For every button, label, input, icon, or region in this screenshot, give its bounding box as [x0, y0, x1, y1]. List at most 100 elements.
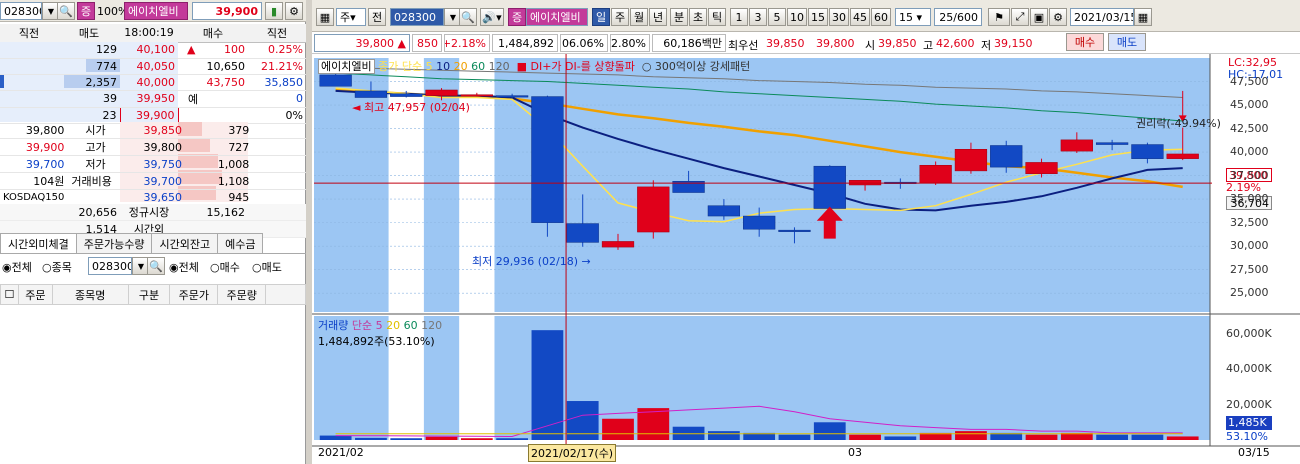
volume-bar [955, 431, 987, 440]
rights-annotation: 권리락(-49.94%) [1136, 117, 1221, 130]
bid-row: 39,800 시가 39,850 379 [0, 122, 306, 139]
search-icon[interactable]: 🔍 [57, 2, 75, 20]
date-input[interactable]: 2021/03/15 [1070, 8, 1134, 26]
y-tick-label: 27,500 [1230, 262, 1269, 276]
stock-type-badge[interactable]: 증 [508, 8, 526, 26]
left-stock-name[interactable]: 에이치엘비 [124, 2, 188, 20]
min-3[interactable]: 3 [749, 8, 767, 26]
period-day[interactable]: 일 [592, 8, 610, 26]
best-ask: 39,850 [766, 37, 805, 50]
indicator-icon[interactable]: ⚑ [988, 8, 1010, 26]
candle-body [707, 205, 741, 217]
tab-deposit[interactable]: 예수금 [217, 233, 264, 253]
chart-mode-select[interactable]: 주 ▾ [336, 8, 366, 26]
gear-icon[interactable]: ⚙ [285, 2, 303, 20]
buy-button[interactable]: 매수 [1066, 33, 1104, 51]
bid-price[interactable]: 39,750 [128, 155, 186, 173]
rate: 21.21% [248, 58, 306, 75]
sell-button[interactable]: 매도 [1108, 33, 1146, 51]
radio-sell[interactable]: ○매도 [252, 259, 282, 275]
min-10[interactable]: 10 [787, 8, 807, 26]
min-60[interactable]: 60 [871, 8, 891, 26]
total-ask: 20,656 [0, 204, 120, 221]
count-display[interactable]: 25/600 [934, 8, 982, 26]
ask-price[interactable]: 39,950 [120, 90, 178, 108]
volume-bar [425, 436, 458, 440]
tab-after-hours-unfilled[interactable]: 시간외미체결 [0, 233, 77, 253]
candle-body [531, 96, 564, 223]
stock-type-badge[interactable]: 증 [77, 2, 95, 20]
volume-bar [390, 438, 423, 440]
search-icon[interactable]: 🔍 [459, 8, 477, 26]
left-code-input[interactable]: 028300 [0, 2, 42, 20]
quote-price: 39,800 ▲ [314, 34, 410, 52]
prev-button[interactable]: 전 [368, 8, 386, 26]
period-second[interactable]: 초 [689, 8, 707, 26]
min-5[interactable]: 5 [768, 8, 786, 26]
period-minute[interactable]: 분 [670, 8, 688, 26]
gear-icon[interactable]: ⚙ [1049, 8, 1067, 26]
quote-price-value: 39,800 [355, 36, 395, 50]
period-month[interactable]: 월 [630, 8, 648, 26]
search-icon[interactable]: 🔍 [147, 257, 165, 275]
period-tick[interactable]: 틱 [708, 8, 726, 26]
x-label-march: 03 [848, 446, 862, 459]
legend-ma5: 5 [425, 60, 433, 73]
info-label: 저가 [67, 155, 129, 173]
speaker-icon[interactable]: 🔊▾ [480, 8, 504, 26]
mode-label: 주 [340, 11, 351, 24]
save-icon[interactable]: ▣ [1030, 8, 1048, 26]
bid-price[interactable]: 39,850 [128, 122, 186, 139]
vol-legend-5: 5 [375, 319, 383, 332]
chart-stock-name[interactable]: 에이치엘비 [526, 8, 588, 26]
quote-change: 850 [412, 34, 442, 52]
radio-stock[interactable]: ○종목 [42, 259, 72, 275]
chart-menu-icon[interactable]: ▦ [316, 8, 334, 26]
order-icon[interactable]: ▮ [265, 2, 283, 20]
col-header: 구분 [127, 284, 171, 305]
candle-body [919, 164, 952, 184]
ask-price[interactable]: 40,100 [120, 42, 178, 59]
low-value: 39,150 [994, 37, 1033, 50]
min-45[interactable]: 45 [850, 8, 870, 26]
bid-volume: 100 [224, 43, 245, 57]
period-week[interactable]: 주 [611, 8, 629, 26]
radio-all2[interactable]: ◉전체 [169, 259, 199, 275]
left-price: 39,900 [192, 2, 262, 20]
legend-ma120: 120 [488, 60, 510, 73]
tab-orderable-qty[interactable]: 주문가능수량 [75, 233, 153, 253]
calendar-icon[interactable]: ▦ [1134, 8, 1152, 26]
current-price-cell[interactable]: 39,900 [119, 106, 179, 124]
min-15[interactable]: 15 [808, 8, 828, 26]
chart-code-input[interactable]: 028300 [390, 8, 444, 26]
bid-volume [178, 107, 248, 124]
candle-body [813, 165, 846, 209]
high-annotation-text: 최고 47,957 (02/04) [363, 101, 470, 114]
ask-price[interactable]: 40,050 [120, 58, 178, 75]
legend-ma10: 10 [436, 60, 451, 73]
volume-bar [602, 418, 634, 440]
bid-price[interactable]: 39,700 [128, 172, 186, 190]
col-header: 종목명 [51, 284, 129, 305]
orderbook-table: 직전 매도 18:00:19 매수 직전 [0, 24, 306, 43]
min-30[interactable]: 30 [829, 8, 849, 26]
open-label: 시 [865, 39, 876, 52]
ask-row: 2,357 40,000 43,750 35,850 [0, 74, 306, 91]
ask-price[interactable]: 40,000 [120, 74, 178, 91]
high-label: 고 [923, 39, 934, 52]
checkbox-all[interactable]: ☐ [0, 284, 19, 305]
tab-after-hours-balance[interactable]: 시간외잔고 [151, 233, 219, 253]
period-year[interactable]: 년 [649, 8, 667, 26]
candle-body [319, 74, 352, 87]
vol-pct-tag: 53.10% [1226, 430, 1268, 443]
bid-price[interactable]: 39,800 [128, 138, 186, 156]
radio-all[interactable]: ◉전체 [2, 259, 32, 275]
draw-tool-icon[interactable]: ⤢ [1011, 8, 1029, 26]
volume-bar [637, 408, 670, 440]
radio-buy[interactable]: ○매수 [210, 259, 240, 275]
interval-select[interactable]: 15 ▾ [895, 8, 931, 26]
filter-code-input[interactable]: 028300 [88, 257, 132, 275]
ask-volume: 129 [58, 42, 120, 59]
min-1[interactable]: 1 [730, 8, 748, 26]
volume-tick-label: 20,000K [1226, 397, 1272, 411]
